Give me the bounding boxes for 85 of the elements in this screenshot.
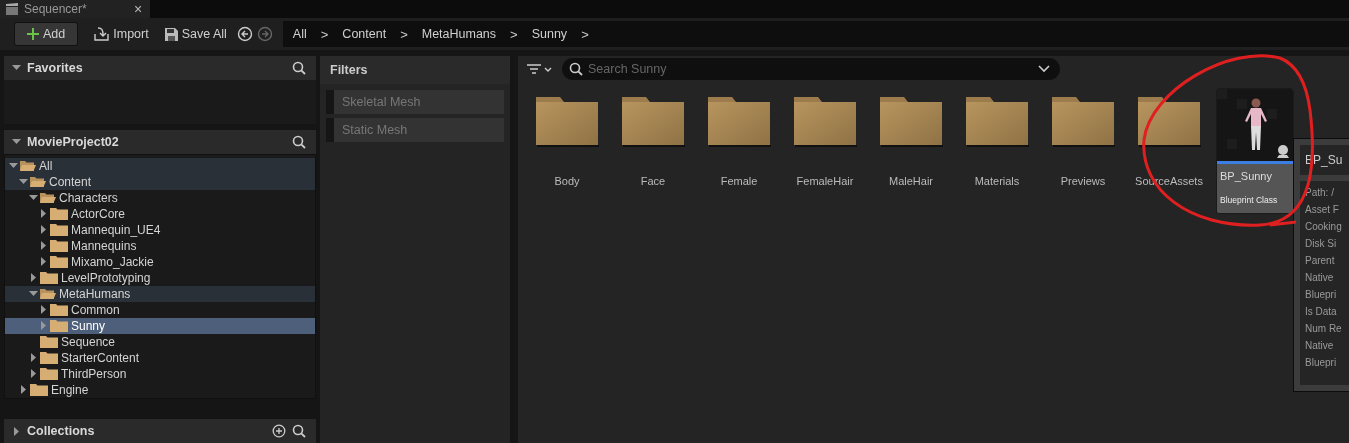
add-icon[interactable]	[272, 424, 286, 439]
save-icon	[164, 27, 178, 41]
search-icon[interactable]	[569, 62, 583, 76]
folder-icon	[535, 96, 599, 147]
folder-tile[interactable]: MaleHair	[872, 88, 950, 214]
folder-icon	[1137, 96, 1201, 147]
tooltip-text: Cooking	[1305, 221, 1343, 234]
open-folder-icon	[30, 175, 46, 189]
import-button[interactable]: Import	[88, 22, 155, 46]
open-folder-icon	[20, 159, 36, 173]
folder-tile[interactable]: Face	[614, 88, 692, 214]
folder-icon	[50, 207, 68, 221]
save-button[interactable]: Save All	[158, 22, 233, 46]
clapperboard-icon	[6, 3, 18, 15]
blueprint-icon	[1276, 144, 1290, 158]
tooltip-text: Asset F	[1305, 204, 1340, 217]
tree-item[interactable]: Engine	[5, 381, 315, 398]
chevron-icon[interactable]: >	[400, 26, 408, 42]
tooltip-text: Native	[1305, 272, 1335, 285]
plus-icon	[27, 28, 39, 40]
folder-icon	[50, 239, 68, 253]
tree-item[interactable]: Mixamo_Jackie	[5, 253, 315, 270]
asset-tile[interactable]: BP_Sunny Blueprint Class	[1216, 88, 1294, 214]
search-icon[interactable]	[292, 424, 306, 439]
folder-icon	[50, 223, 68, 237]
tooltip-text: Bluepri	[1305, 357, 1338, 370]
folder-icon	[40, 351, 58, 365]
folder-tile[interactable]: FemaleHair	[786, 88, 864, 214]
chevron-icon[interactable]: >	[320, 26, 329, 42]
open-folder-icon	[40, 191, 56, 205]
folder-tile[interactable]: Materials	[958, 88, 1036, 214]
folder-icon	[1051, 96, 1115, 147]
sequencer-tab[interactable]: Sequencer* ×	[0, 0, 150, 18]
tree-item[interactable]: MetaHumans	[5, 285, 315, 302]
breadcrumb-item[interactable]: Sunny	[531, 27, 568, 41]
chevron-down-icon[interactable]	[1038, 65, 1050, 73]
folder-icon	[30, 383, 48, 397]
favorites-header[interactable]: Favorites	[4, 56, 316, 80]
tree-item[interactable]: All	[5, 157, 315, 174]
folder-tile[interactable]: Body	[528, 88, 606, 214]
folder-icon	[621, 96, 685, 147]
close-icon[interactable]: ×	[134, 1, 150, 17]
project-header[interactable]: MovieProject02	[4, 129, 316, 154]
breadcrumb-item[interactable]: Content	[342, 27, 387, 41]
folder-icon	[50, 319, 68, 333]
chevron-icon[interactable]: >	[510, 26, 518, 42]
folder-tile[interactable]: Female	[700, 88, 778, 214]
expand-arrow-icon[interactable]	[12, 63, 21, 73]
expand-arrow-icon[interactable]	[12, 426, 21, 436]
folder-icon	[707, 96, 771, 147]
tree-item[interactable]: Mannequin_UE4	[5, 221, 315, 238]
tree-item[interactable]: LevelPrototyping	[5, 269, 315, 286]
search-field[interactable]: Search Sunny	[562, 58, 1060, 80]
breadcrumb-item[interactable]: All	[292, 27, 307, 41]
tooltip-text: Bluepri	[1305, 289, 1338, 302]
search-icon[interactable]	[292, 60, 306, 75]
tree-item[interactable]: StarterContent	[5, 349, 315, 366]
search-icon[interactable]	[292, 134, 306, 149]
breadcrumb-item[interactable]: MetaHumans	[421, 27, 497, 41]
tooltip-text: Num Re	[1305, 323, 1343, 336]
import-icon	[94, 27, 110, 41]
tree-item[interactable]: Sequence	[5, 333, 315, 350]
tree-item[interactable]: ThirdPerson	[5, 365, 315, 382]
tree-item[interactable]: ActorCore	[5, 205, 315, 222]
tooltip-text: Disk Si	[1305, 238, 1338, 251]
add-button[interactable]: Add	[14, 22, 79, 46]
folder-tile[interactable]: Previews	[1044, 88, 1122, 214]
folder-icon	[879, 96, 943, 147]
chevron-icon[interactable]: >	[581, 26, 589, 42]
tooltip-text: Is Data	[1305, 306, 1338, 319]
open-folder-icon	[40, 287, 56, 301]
collections-header[interactable]: Collections	[4, 419, 316, 443]
folder-icon	[793, 96, 857, 147]
filter-icon[interactable]	[526, 62, 552, 76]
tree-item[interactable]: Characters	[5, 189, 315, 206]
tree-item[interactable]: Mannequins	[5, 237, 315, 254]
tooltip-text: Parent	[1305, 255, 1336, 268]
folder-icon	[50, 255, 68, 269]
filters-header: Filters	[320, 56, 510, 84]
expand-arrow-icon[interactable]	[12, 137, 21, 147]
folder-icon	[40, 367, 58, 381]
folder-icon	[965, 96, 1029, 147]
tree-item[interactable]: Common	[5, 301, 315, 318]
tree-item[interactable]: Sunny	[5, 317, 315, 334]
tooltip-text: Native	[1305, 340, 1335, 353]
